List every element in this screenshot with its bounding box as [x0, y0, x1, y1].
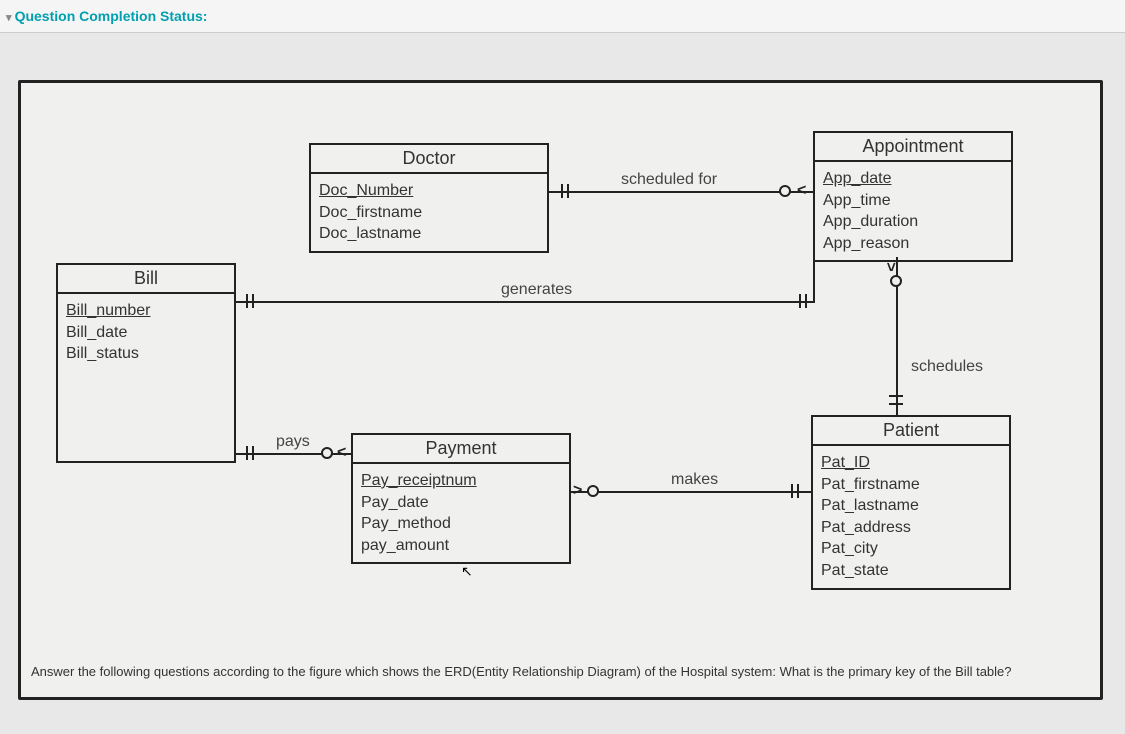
attr: Doc_firstname: [319, 202, 539, 224]
attr: App_date: [823, 168, 1003, 190]
crowfoot-icon: [246, 294, 248, 308]
conn-generates-v: [813, 257, 815, 303]
header-title: Question Completion Status:: [15, 8, 208, 24]
attr: Bill_number: [66, 300, 226, 322]
crowfoot-icon: <: [885, 262, 901, 271]
entity-payment: Payment Pay_receiptnum Pay_date Pay_meth…: [351, 433, 571, 564]
entity-appointment-attrs: App_date App_time App_duration App_reaso…: [815, 162, 1011, 260]
rel-makes: makes: [671, 471, 718, 489]
crowfoot-icon: [561, 184, 563, 198]
entity-bill-title: Bill: [58, 265, 234, 294]
crowfoot-icon: [889, 395, 903, 397]
crowfoot-icon: [791, 484, 793, 498]
attr: Bill_date: [66, 322, 226, 344]
entity-patient: Patient Pat_ID Pat_firstname Pat_lastnam…: [811, 415, 1011, 590]
conn-generates: [236, 301, 813, 303]
attr: App_duration: [823, 211, 1003, 233]
entity-appointment: Appointment App_date App_time App_durati…: [813, 131, 1013, 262]
cursor-icon: ↖: [461, 563, 473, 580]
crowfoot-icon: [567, 184, 569, 198]
attr: Pat_ID: [821, 452, 1001, 474]
attr: Doc_lastname: [319, 223, 539, 245]
attr: pay_amount: [361, 535, 561, 557]
attr: Pat_city: [821, 538, 1001, 560]
entity-bill: Bill Bill_number Bill_date Bill_status: [56, 263, 236, 463]
conn-scheduled-for: [549, 191, 813, 193]
attr: Pat_address: [821, 517, 1001, 539]
crowfoot-icon: <: [337, 445, 346, 461]
rel-schedules: schedules: [911, 358, 983, 376]
crowfoot-icon: [890, 275, 902, 287]
attr: Pay_receiptnum: [361, 470, 561, 492]
crowfoot-icon: [889, 403, 903, 405]
entity-doctor: Doctor Doc_Number Doc_firstname Doc_last…: [309, 143, 549, 253]
attr: Pat_lastname: [821, 495, 1001, 517]
entity-doctor-title: Doctor: [311, 145, 547, 174]
question-text: Answer the following questions according…: [21, 664, 1100, 679]
attr: Pat_state: [821, 560, 1001, 582]
rel-generates: generates: [501, 281, 572, 299]
erd-diagram-frame: Doctor Doc_Number Doc_firstname Doc_last…: [18, 80, 1103, 700]
attr: App_reason: [823, 233, 1003, 255]
rel-pays: pays: [276, 433, 310, 451]
attr: Doc_Number: [319, 180, 539, 202]
crowfoot-icon: [246, 446, 248, 460]
crowfoot-icon: [252, 294, 254, 308]
attr: Pat_firstname: [821, 474, 1001, 496]
attr: Pay_date: [361, 492, 561, 514]
crowfoot-icon: [587, 485, 599, 497]
crowfoot-icon: [799, 294, 801, 308]
rel-scheduled-for: scheduled for: [621, 171, 717, 189]
crowfoot-icon: [321, 447, 333, 459]
attr: App_time: [823, 190, 1003, 212]
attr: Pay_method: [361, 513, 561, 535]
crowfoot-icon: >: [573, 483, 582, 499]
entity-doctor-attrs: Doc_Number Doc_firstname Doc_lastname: [311, 174, 547, 251]
entity-payment-title: Payment: [353, 435, 569, 464]
crowfoot-icon: [805, 294, 807, 308]
entity-patient-title: Patient: [813, 417, 1009, 446]
completion-status-header[interactable]: Question Completion Status:: [0, 0, 1125, 33]
attr: Bill_status: [66, 343, 226, 365]
entity-appointment-title: Appointment: [815, 133, 1011, 162]
entity-payment-attrs: Pay_receiptnum Pay_date Pay_method pay_a…: [353, 464, 569, 562]
entity-bill-attrs: Bill_number Bill_date Bill_status: [58, 294, 234, 371]
conn-makes: [571, 491, 811, 493]
crowfoot-icon: <: [797, 183, 806, 199]
entity-patient-attrs: Pat_ID Pat_firstname Pat_lastname Pat_ad…: [813, 446, 1009, 588]
crowfoot-icon: [797, 484, 799, 498]
crowfoot-icon: [252, 446, 254, 460]
crowfoot-icon: [779, 185, 791, 197]
